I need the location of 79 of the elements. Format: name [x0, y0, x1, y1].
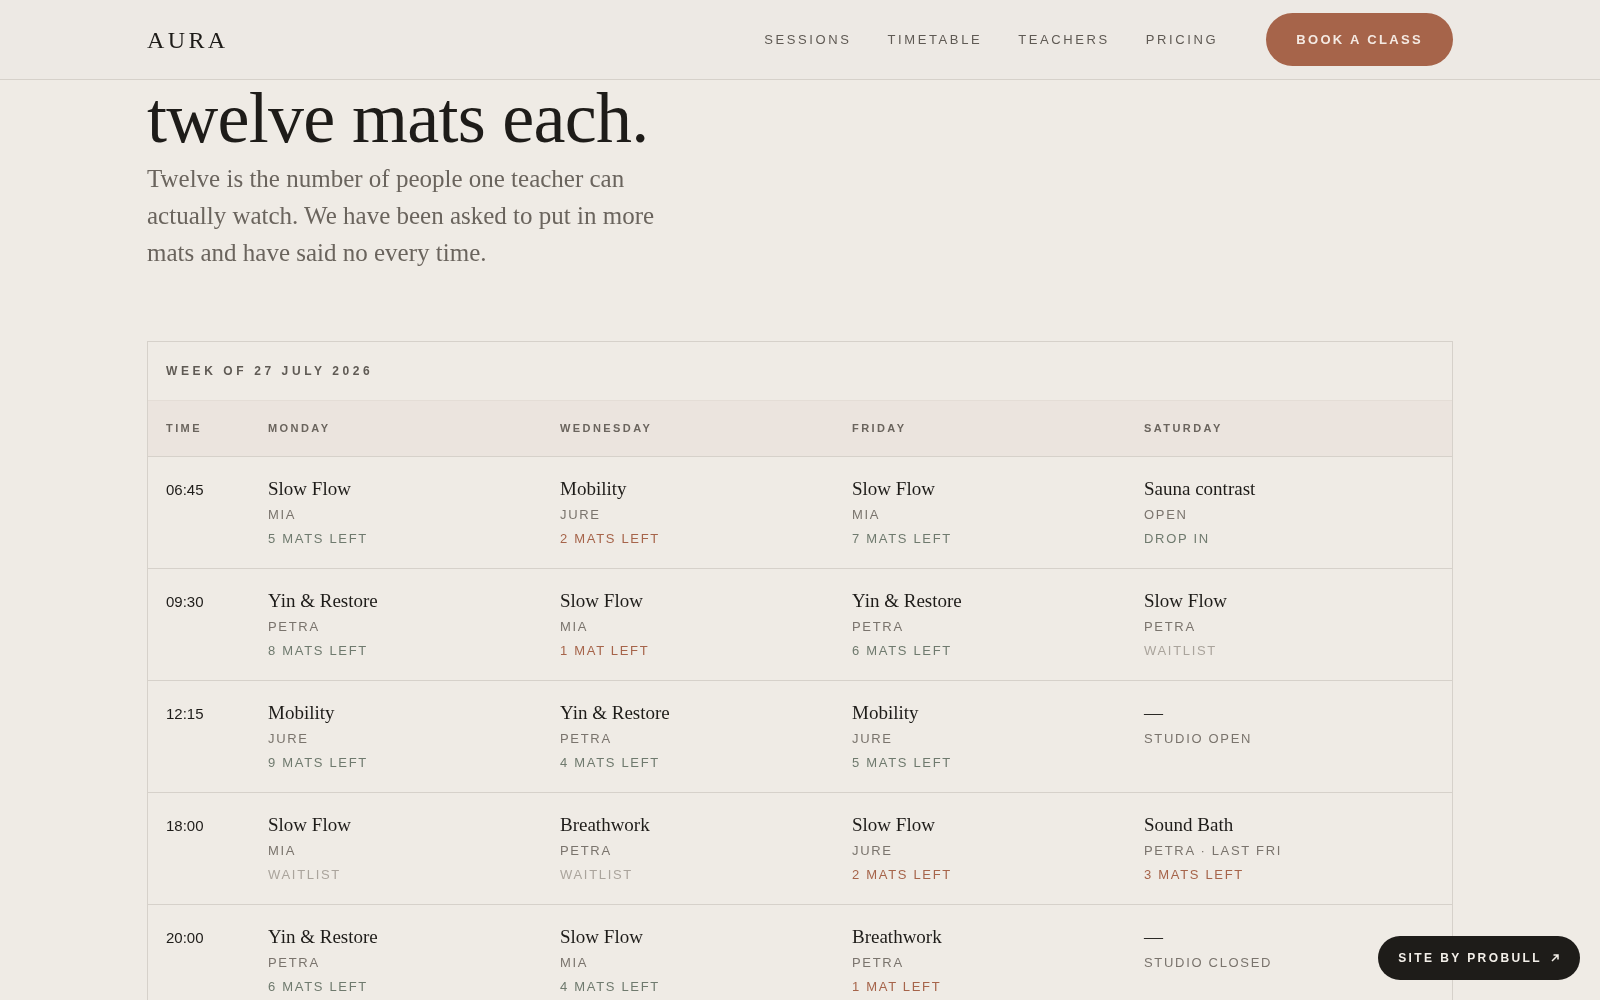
- availability-label: WAITLIST: [560, 865, 633, 884]
- time-cell-text: 20:00: [165, 927, 205, 948]
- class-name: Yin & Restore: [268, 588, 378, 613]
- logo[interactable]: AURA: [147, 21, 229, 58]
- teacher-label: MIA: [268, 841, 297, 860]
- class-name: Breathwork: [560, 812, 650, 837]
- teacher-label: PETRA: [560, 841, 612, 860]
- teacher-label: MIA: [560, 617, 589, 636]
- class-name: Mobility: [852, 700, 919, 725]
- availability-label: WAITLIST: [1144, 641, 1217, 660]
- availability-label: 3 MATS LEFT: [1144, 865, 1244, 884]
- class-name: Breathwork: [852, 924, 942, 949]
- availability-label: 2 MATS LEFT: [560, 529, 660, 548]
- time-cell-text: 06:45: [165, 479, 205, 500]
- teacher-label: OPEN: [1144, 505, 1188, 524]
- class-name: Yin & Restore: [852, 588, 962, 613]
- time-cell-text: 09:30: [165, 591, 205, 612]
- availability-label: 1 MAT LEFT: [852, 977, 942, 996]
- nav-link[interactable]: TEACHERS: [1018, 29, 1110, 50]
- teacher-label: MIA: [268, 505, 297, 524]
- availability-label: 4 MATS LEFT: [560, 753, 660, 772]
- class-name: Slow Flow: [852, 476, 935, 501]
- availability-label: 4 MATS LEFT: [560, 977, 660, 996]
- availability-label: WAITLIST: [268, 865, 341, 884]
- teacher-label: JURE: [268, 729, 309, 748]
- column-header: FRIDAY: [851, 421, 908, 436]
- intro-paragraph: Twelve is the number of people one teacher can actually watch. We have been asked to put in more mats and have said no every time.: [147, 164, 656, 268]
- teacher-label: JURE: [852, 841, 893, 860]
- credit-badge[interactable]: SITE BY PROBULL: [1378, 936, 1580, 980]
- column-header: WEDNESDAY: [559, 421, 654, 436]
- availability-label: 5 MATS LEFT: [852, 753, 952, 772]
- class-name: Slow Flow: [268, 812, 351, 837]
- class-name: Mobility: [268, 700, 335, 725]
- time-cell-text: 18:00: [165, 815, 205, 836]
- availability-label: 6 MATS LEFT: [268, 977, 368, 996]
- availability-label: 1 MAT LEFT: [560, 641, 650, 660]
- availability-label: DROP IN: [1144, 529, 1210, 548]
- teacher-label: STUDIO OPEN: [1144, 729, 1253, 748]
- book-class-button[interactable]: BOOK A CLASS: [1266, 12, 1453, 67]
- column-header: MONDAY: [267, 421, 332, 436]
- class-name: Sauna contrast: [1144, 476, 1256, 501]
- class-name: Slow Flow: [560, 588, 643, 613]
- teacher-label: PETRA · LAST FRI: [1144, 841, 1283, 860]
- class-name: Sound Bath: [1144, 812, 1234, 837]
- arrow-icon: [1550, 953, 1560, 963]
- teacher-label: STUDIO CLOSED: [1144, 953, 1273, 972]
- teacher-label: MIA: [560, 953, 589, 972]
- availability-label: 8 MATS LEFT: [268, 641, 368, 660]
- hero-heading: twelve mats each.: [147, 82, 649, 154]
- teacher-label: PETRA: [268, 617, 320, 636]
- teacher-label: PETRA: [1144, 617, 1196, 636]
- class-name: Slow Flow: [1144, 588, 1227, 613]
- teacher-label: PETRA: [852, 617, 904, 636]
- teacher-label: PETRA: [852, 953, 904, 972]
- class-name: Slow Flow: [852, 812, 935, 837]
- class-name: Mobility: [560, 476, 627, 501]
- column-header: TIME: [165, 421, 203, 436]
- teacher-label: JURE: [852, 729, 893, 748]
- availability-label: 6 MATS LEFT: [852, 641, 952, 660]
- week-label: WEEK OF 27 JULY 2026: [165, 363, 375, 380]
- class-name: Yin & Restore: [560, 700, 670, 725]
- availability-label: 2 MATS LEFT: [852, 865, 952, 884]
- class-name: —: [1144, 924, 1163, 949]
- teacher-label: JURE: [560, 505, 601, 524]
- availability-label: 9 MATS LEFT: [268, 753, 368, 772]
- class-name: Slow Flow: [268, 476, 351, 501]
- availability-label: 5 MATS LEFT: [268, 529, 368, 548]
- availability-label: 7 MATS LEFT: [852, 529, 952, 548]
- teacher-label: PETRA: [560, 729, 612, 748]
- teacher-label: MIA: [852, 505, 881, 524]
- class-name: —: [1144, 700, 1163, 725]
- class-name: Yin & Restore: [268, 924, 378, 949]
- column-header: SATURDAY: [1143, 421, 1224, 436]
- nav-link[interactable]: SESSIONS: [764, 29, 852, 50]
- nav-link[interactable]: TIMETABLE: [887, 29, 983, 50]
- nav-link[interactable]: PRICING: [1145, 29, 1219, 50]
- time-cell-text: 12:15: [165, 703, 205, 724]
- teacher-label: PETRA: [268, 953, 320, 972]
- class-name: Slow Flow: [560, 924, 643, 949]
